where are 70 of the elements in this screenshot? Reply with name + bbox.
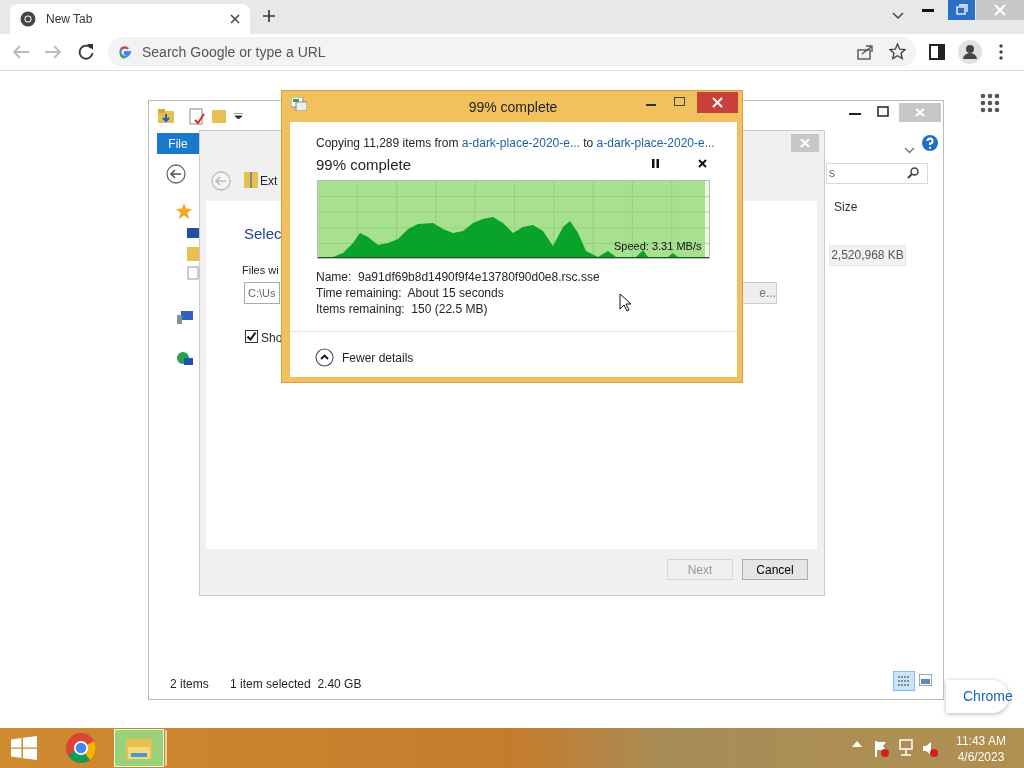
thumbnail-view-icon[interactable] — [919, 674, 932, 686]
browser-tab[interactable]: New Tab — [10, 4, 250, 34]
detail-text: Name: 9a91df69b8d1490f9f4e13780f90d0e8.rsc.sse — [316, 269, 600, 286]
chrome-icon[interactable] — [64, 731, 98, 765]
browse-button[interactable]: e... — [741, 282, 777, 304]
dropdown-icon[interactable] — [234, 113, 243, 119]
path-field[interactable]: C:\Us — [244, 282, 280, 304]
zip-folder-icon — [244, 172, 258, 188]
new-tab-icon[interactable] — [262, 9, 276, 23]
volume-muted-icon[interactable] — [922, 740, 939, 758]
progress-heading: 99% complete — [316, 155, 412, 175]
dialog-title: 99% complete — [467, 98, 559, 117]
google-icon — [118, 45, 132, 59]
search-icon[interactable] — [907, 167, 919, 179]
desktop-icon[interactable] — [187, 228, 199, 240]
file-explorer-icon[interactable] — [114, 729, 168, 767]
status-text: 2 items — [170, 676, 209, 693]
side-panel-icon[interactable] — [929, 44, 945, 60]
table-cell: 2,520,968 KB — [829, 245, 906, 266]
minimize-icon[interactable] — [922, 9, 934, 13]
close-icon[interactable] — [698, 159, 707, 168]
properties-icon — [189, 108, 205, 125]
chevron-icon[interactable] — [904, 147, 915, 154]
address-field[interactable]: Search Google or type a URL — [108, 37, 916, 67]
chevron-up-icon — [315, 348, 334, 367]
action-center-icon[interactable] — [874, 740, 890, 758]
wizard-heading: Selec — [244, 224, 282, 244]
restore-button[interactable] — [948, 0, 975, 20]
folder-icon — [157, 108, 175, 124]
search-field[interactable]: s — [826, 163, 928, 184]
mouse-cursor-icon — [619, 293, 631, 312]
clock-date: 4/6/2023 — [956, 749, 1006, 765]
maximize-icon[interactable] — [877, 106, 889, 117]
help-icon[interactable] — [922, 135, 938, 151]
maximize-icon[interactable] — [674, 97, 685, 106]
details-toggle[interactable]: Fewer details — [314, 347, 415, 368]
detail-text: Items remaining: 150 (22.5 MB) — [316, 301, 488, 318]
details-view-icon[interactable] — [893, 671, 915, 691]
folder-link[interactable]: a-dark-place-2020-e... — [461, 136, 580, 150]
tab-title: New Tab — [46, 11, 94, 28]
folder-link[interactable]: a-dark-place-2020-e... — [596, 136, 715, 150]
profile-icon[interactable] — [958, 40, 982, 64]
status-text: 1 item selected 2.40 GB — [230, 676, 362, 693]
wizard-title: Ext — [260, 173, 278, 190]
checkbox[interactable] — [245, 330, 258, 343]
windows-logo-icon[interactable] — [11, 736, 37, 760]
menu-icon[interactable] — [999, 44, 1003, 60]
network-icon[interactable] — [176, 351, 193, 368]
chrome-icon — [20, 11, 36, 27]
share-icon[interactable] — [857, 44, 873, 60]
copy-icon — [291, 97, 307, 111]
minimize-icon[interactable] — [849, 113, 861, 116]
close-icon[interactable] — [230, 14, 240, 24]
clock-time: 11:43 AM — [955, 733, 1007, 749]
column-header[interactable]: Size — [834, 198, 858, 216]
copy-summary: Copying 11,289 items from a-dark-place-2020-e... to a-dark-place-2020-e... — [316, 135, 715, 152]
back-icon[interactable] — [166, 164, 186, 184]
reload-icon[interactable] — [77, 43, 95, 61]
apps-icon[interactable] — [980, 93, 1000, 113]
speed-label: Speed: 3.31 MB/s — [614, 239, 702, 254]
file-tab[interactable]: File — [157, 133, 199, 154]
computer-icon[interactable] — [177, 309, 193, 325]
show-hidden-icon[interactable] — [852, 741, 862, 747]
detail-text: Time remaining: About 15 seconds — [316, 285, 504, 302]
close-button[interactable] — [697, 92, 738, 113]
chevron-icon[interactable] — [892, 12, 904, 20]
field-label: Files wi — [242, 263, 279, 278]
wizard-button[interactable]: Cancel — [742, 559, 808, 580]
star-icon[interactable] — [889, 43, 906, 60]
pause-icon[interactable] — [652, 159, 659, 168]
